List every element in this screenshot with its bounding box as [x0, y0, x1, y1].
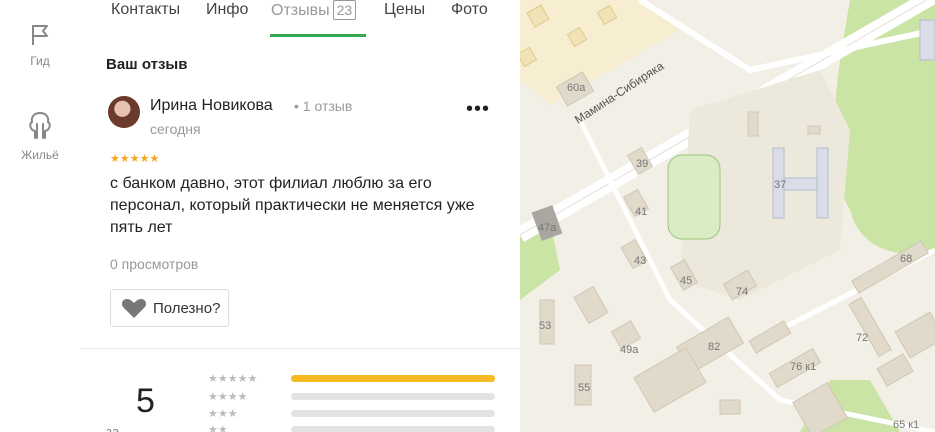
rating-value: 5	[136, 382, 155, 420]
useful-label: Полезно?	[153, 299, 221, 317]
map-building-label: 53	[539, 320, 552, 332]
map-building-label: 41	[635, 206, 648, 218]
tab-reviews[interactable]: Отзывы 23	[271, 0, 357, 21]
map-building-label: 74	[736, 286, 749, 298]
map-building-label: 76 к1	[790, 361, 817, 373]
rail-item-label: Жильё	[21, 148, 59, 162]
flag-icon	[32, 25, 48, 45]
org-panel: Контакты Инфо Отзывы 23 Цены Фото Ваш отз…	[80, 0, 521, 432]
rail-item-housing[interactable]: Жильё	[0, 110, 80, 162]
tab-contacts[interactable]: Контакты	[111, 0, 180, 20]
rating-bar-4	[291, 393, 495, 400]
map-building-label: 43	[634, 255, 647, 267]
tab-label: Отзывы	[271, 2, 330, 19]
author-review-count: • 1 отзыв	[294, 98, 353, 114]
map-building-label: 72	[856, 332, 869, 344]
rating-row-stars: ★★★	[208, 408, 238, 420]
map-building-label: 47a	[538, 222, 557, 234]
house-icon	[29, 112, 51, 139]
heart-icon	[121, 299, 147, 318]
useful-button[interactable]: Полезно?	[110, 289, 230, 327]
tab-bar: Контакты Инфо Отзывы 23 Цены Фото	[80, 0, 520, 40]
more-options-icon[interactable]: •••	[466, 98, 490, 121]
tab-info[interactable]: Инфо	[206, 0, 248, 20]
avatar[interactable]	[108, 96, 140, 128]
rating-bar-3	[291, 410, 495, 417]
rating-row-stars: ★★★★	[208, 391, 248, 403]
reviews-count-badge: 23	[332, 0, 357, 20]
map-building-label: 82	[708, 341, 721, 353]
rating-row-stars: ★★★★★	[208, 373, 258, 385]
rating-bar-fill	[291, 375, 495, 382]
map-view[interactable]: Мамина-Сибиряка 60a 39 41 43 45 74 37 47…	[520, 0, 935, 432]
map-building-label: 65 к1	[893, 419, 920, 431]
tab-photos[interactable]: Фото	[451, 0, 488, 20]
review-text: с банком давно, этот филиал люблю за его…	[110, 175, 475, 236]
rating-bar-2	[291, 426, 495, 432]
rating-row-stars: ★★	[208, 424, 228, 432]
review-date: сегодня	[150, 121, 201, 137]
map-building-label: 55	[578, 382, 591, 394]
rating-bar-5	[291, 375, 495, 382]
map-building-label: 37	[774, 179, 787, 191]
map-canvas[interactable]	[520, 0, 935, 432]
views-count: 0 просмотров	[110, 256, 199, 272]
left-rail: Гид Жильё	[0, 0, 81, 432]
rail-item-guide[interactable]: Гид	[0, 22, 80, 68]
map-building-label: 39	[636, 158, 649, 170]
map-building-label: 45	[680, 275, 693, 287]
active-tab-indicator	[270, 34, 366, 37]
tab-prices[interactable]: Цены	[384, 0, 425, 20]
review-stars: ★★★★★	[110, 153, 160, 165]
rail-item-label: Гид	[30, 54, 50, 68]
map-building-label: 49a	[620, 344, 639, 356]
map-building-label: 60a	[567, 82, 586, 94]
map-building-label: 68	[900, 253, 913, 265]
section-title: Ваш отзыв	[106, 56, 188, 73]
author-name[interactable]: Ирина Новикова	[150, 97, 273, 115]
divider	[80, 348, 520, 349]
rating-caption: за	[106, 424, 120, 432]
